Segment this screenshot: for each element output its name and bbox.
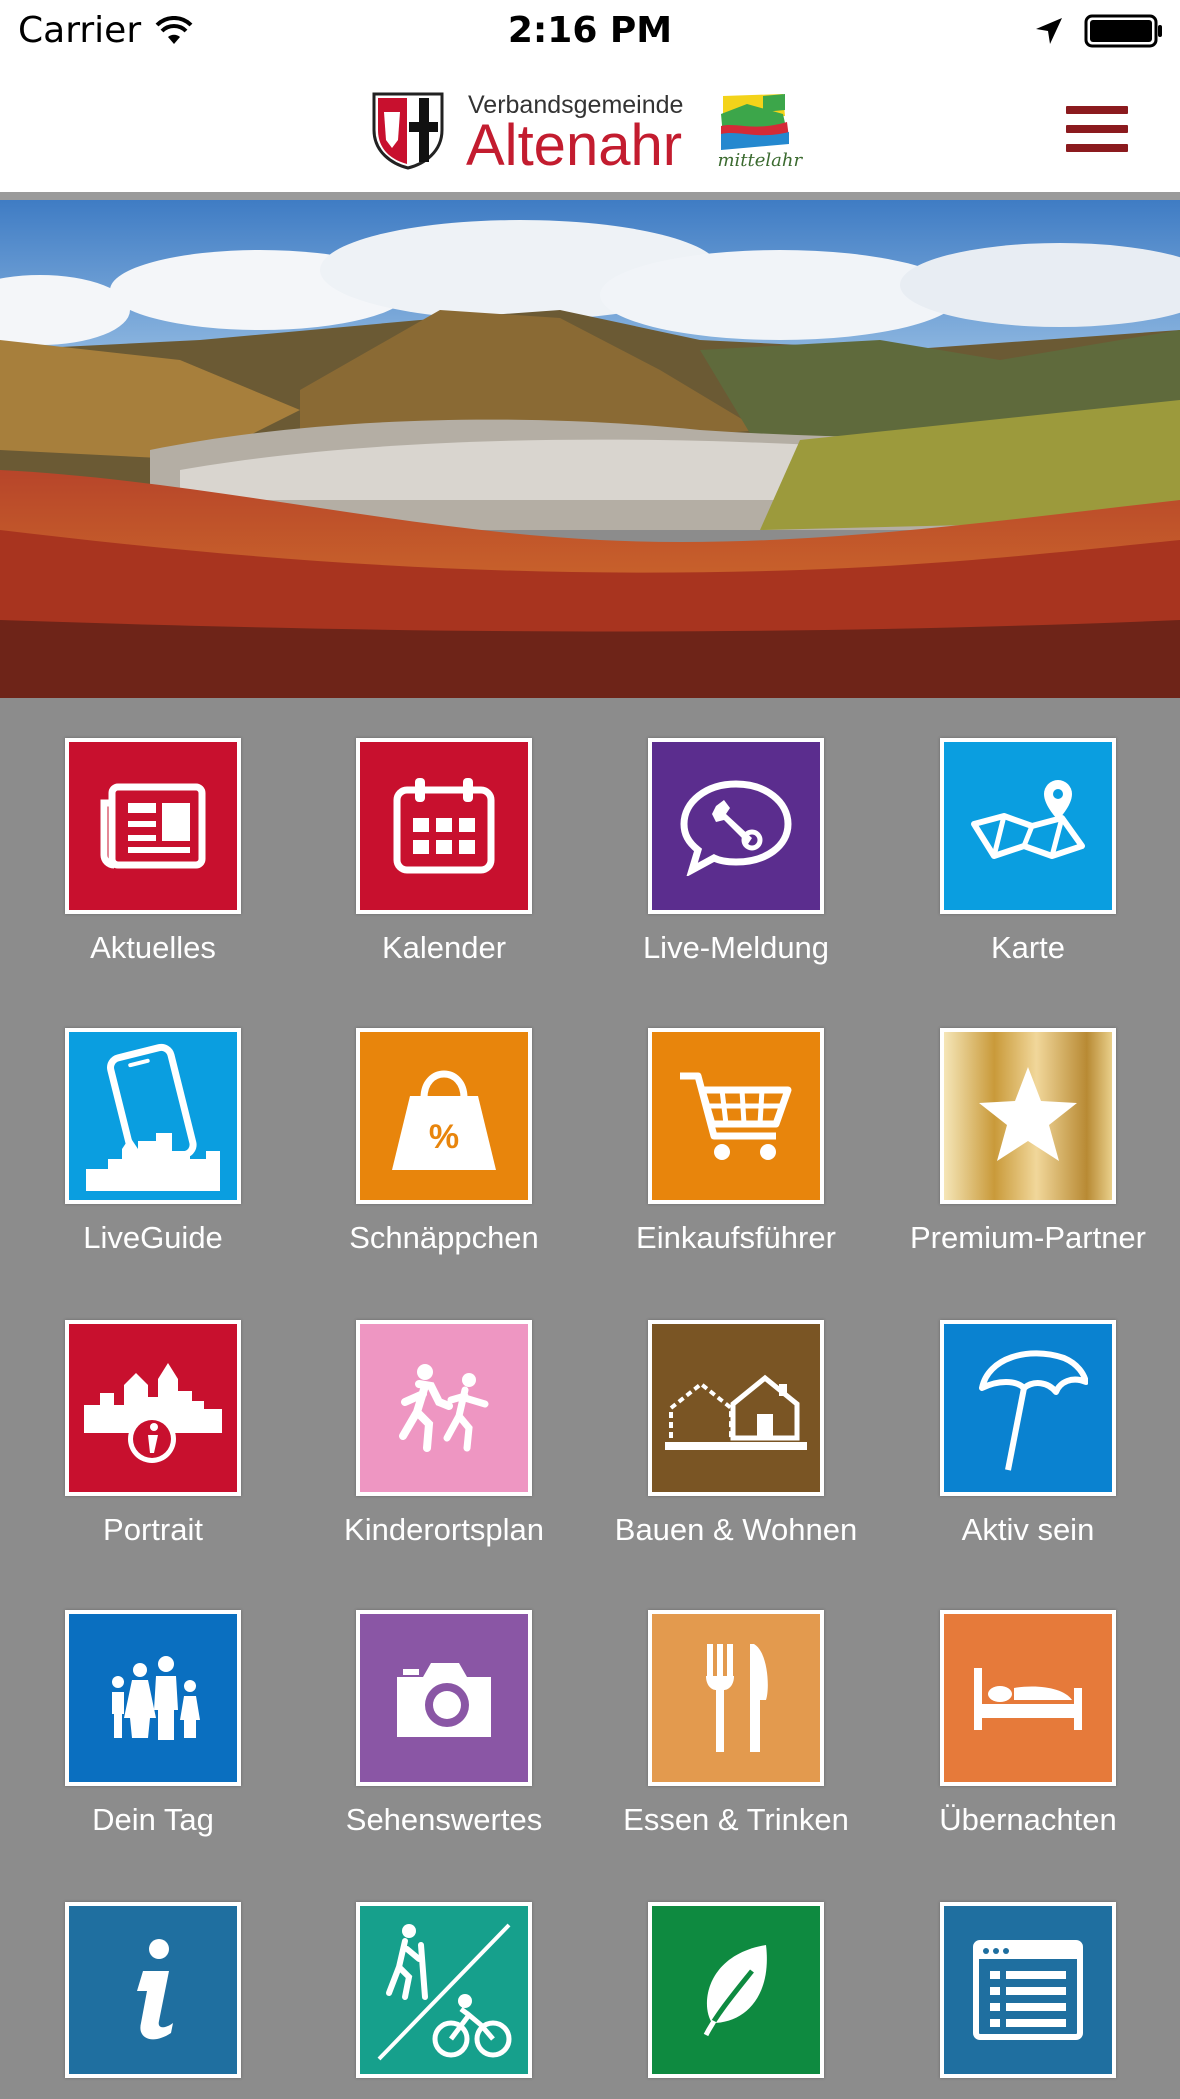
tile-info[interactable] — [7, 1902, 299, 2094]
document-icon — [973, 1940, 1083, 2040]
tile-essen-trinken[interactable]: Essen & Trinken — [590, 1610, 882, 1838]
location-arrow-icon — [1036, 18, 1062, 44]
app-logo[interactable]: Verbandsgemeinde Altenahr mittelahr — [370, 90, 813, 182]
partner-logo: mittelahr — [703, 92, 813, 182]
tile-label: Einkaufsführer — [636, 1220, 836, 1255]
tile-label: Essen & Trinken — [623, 1802, 849, 1837]
tile-icon-box — [940, 1028, 1116, 1204]
tile-icon-box — [65, 1028, 241, 1204]
town-info-icon — [84, 1363, 222, 1463]
header-divider — [0, 192, 1180, 200]
tile-icon-box — [65, 1610, 241, 1786]
tile-label: Aktuelles — [90, 930, 216, 965]
tile-wandern-radfahren[interactable] — [298, 1902, 590, 2094]
status-right — [1034, 14, 1164, 48]
tile-icon-box — [940, 1902, 1116, 2078]
tile-icon-box — [356, 1610, 532, 1786]
status-bar: Carrier 2:16 PM — [0, 0, 1180, 64]
tile-icon-box — [648, 1902, 824, 2078]
bed-icon — [974, 1668, 1082, 1730]
coat-of-arms-icon — [372, 92, 444, 170]
tile-label: Live-Meldung — [642, 930, 830, 965]
tile-label: Karte — [990, 930, 1066, 965]
tile-icon-box — [648, 738, 824, 914]
newspaper-icon — [100, 783, 206, 869]
tile-icon-box — [356, 1320, 532, 1496]
tile-icon-box — [940, 1610, 1116, 1786]
wrench-chat-icon — [680, 780, 792, 876]
phone-city-icon — [86, 1043, 220, 1191]
parasol-icon — [979, 1350, 1088, 1471]
star-icon — [979, 1067, 1077, 1161]
tile-uebernachten[interactable]: Übernachten — [882, 1610, 1174, 1838]
app-header: Verbandsgemeinde Altenahr mittelahr — [0, 64, 1180, 192]
tile-schnaeppchen[interactable]: % Schnäppchen — [298, 1028, 590, 1256]
tile-icon-box — [648, 1610, 824, 1786]
tile-label: Premium-Partner — [910, 1220, 1146, 1255]
tile-label: Bauen & Wohnen — [614, 1512, 858, 1547]
leaf-icon — [703, 1945, 767, 2037]
calendar-icon — [393, 778, 495, 874]
family-icon — [112, 1656, 200, 1740]
hamburger-menu-button[interactable] — [1066, 106, 1128, 152]
tile-label: Kalender — [381, 930, 507, 965]
houses-icon — [665, 1374, 807, 1450]
tile-label: Kinderortsplan — [344, 1512, 544, 1547]
menu-bar-icon — [1066, 106, 1128, 114]
tile-label: Sehenswertes — [345, 1802, 543, 1837]
map-pin-icon — [971, 780, 1085, 859]
menu-bar-icon — [1066, 125, 1128, 133]
tile-label: Schnäppchen — [349, 1220, 539, 1255]
tile-karte[interactable]: Karte — [882, 738, 1174, 966]
tile-label: Portrait — [103, 1512, 203, 1547]
tile-icon-box — [65, 738, 241, 914]
tile-natur[interactable] — [590, 1902, 882, 2094]
partner-logo-text: mittelahr — [717, 150, 803, 171]
tile-dokumente[interactable] — [882, 1902, 1174, 2094]
info-icon — [137, 1939, 173, 2040]
camera-icon — [397, 1663, 491, 1737]
tile-einkaufsfuehrer[interactable]: Einkaufsführer — [590, 1028, 882, 1256]
tile-label: Übernachten — [939, 1802, 1117, 1837]
cart-icon — [680, 1072, 792, 1160]
tile-icon-box — [65, 1902, 241, 2078]
tile-icon-box — [940, 1320, 1116, 1496]
shopping-bag-icon: % — [392, 1070, 496, 1170]
hero-landscape-image — [0, 200, 1180, 698]
tile-icon-box — [648, 1028, 824, 1204]
tile-kinderortsplan[interactable]: Kinderortsplan — [298, 1320, 590, 1548]
tile-label: Dein Tag — [92, 1802, 214, 1837]
tile-icon-box — [648, 1320, 824, 1496]
tile-dein-tag[interactable]: Dein Tag — [7, 1610, 299, 1838]
tile-aktuelles[interactable]: Aktuelles — [7, 738, 299, 966]
tile-kalender[interactable]: Kalender — [298, 738, 590, 966]
tile-bauen-wohnen[interactable]: Bauen & Wohnen — [590, 1320, 882, 1548]
tile-icon-box — [356, 1902, 532, 2078]
battery-icon — [1084, 14, 1162, 48]
logo-title: Altenahr — [466, 113, 683, 178]
kids-running-icon — [399, 1364, 489, 1452]
fork-knife-icon — [706, 1644, 768, 1752]
tile-icon-box — [940, 738, 1116, 914]
tile-live-meldung[interactable]: Live-Meldung — [590, 738, 882, 966]
tile-premium-partner[interactable]: Premium-Partner — [882, 1028, 1174, 1256]
tile-label: LiveGuide — [83, 1220, 223, 1255]
tile-sehenswertes[interactable]: Sehenswertes — [298, 1610, 590, 1838]
tile-icon-box: % — [356, 1028, 532, 1204]
tile-portrait[interactable]: Portrait — [7, 1320, 299, 1548]
hike-bike-icon — [377, 1923, 512, 2061]
tile-aktiv-sein[interactable]: Aktiv sein — [882, 1320, 1174, 1548]
tile-liveguide[interactable]: LiveGuide — [7, 1028, 299, 1256]
tile-label: Aktiv sein — [961, 1512, 1095, 1547]
tile-icon-box — [65, 1320, 241, 1496]
svg-text:%: % — [429, 1118, 459, 1156]
tile-icon-box — [356, 738, 532, 914]
status-time: 2:16 PM — [507, 10, 673, 51]
menu-bar-icon — [1066, 144, 1128, 152]
